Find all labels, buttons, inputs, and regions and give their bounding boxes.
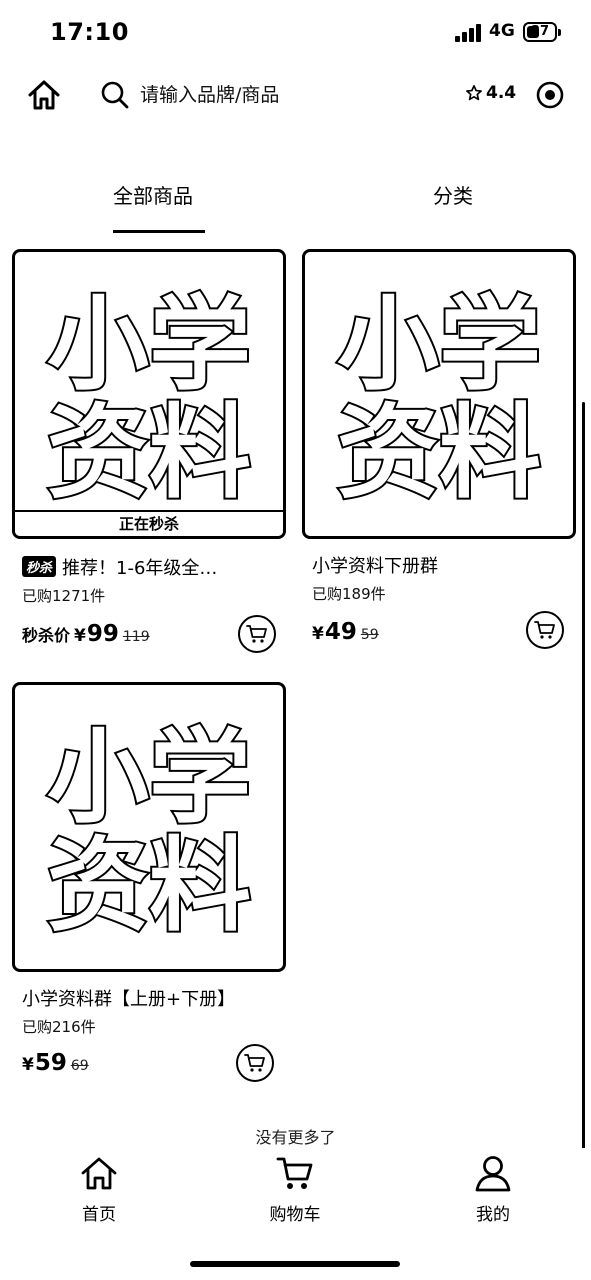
category-tabs: 全部商品 分类 xyxy=(0,170,591,240)
cart-icon xyxy=(246,625,267,643)
target-icon xyxy=(536,81,564,109)
scrollbar[interactable] xyxy=(582,402,585,1188)
price-label: 秒杀价 xyxy=(22,626,71,645)
cart-icon xyxy=(244,1054,265,1072)
product-title[interactable]: 秒杀 推荐！1-6年级全… xyxy=(22,554,282,580)
home-icon xyxy=(81,1157,117,1190)
bottom-tab-bar: 首页 购物车 我的 xyxy=(0,1148,591,1238)
tab-all-products[interactable]: 全部商品 xyxy=(113,180,193,209)
tabbar-label: 我的 xyxy=(476,1205,510,1225)
current-price: 99 xyxy=(86,621,119,647)
product-title[interactable]: 小学资料群【上册+下册】 xyxy=(22,985,282,1011)
flash-sale-tag: 秒杀 xyxy=(22,556,57,577)
home-nav-button[interactable] xyxy=(26,78,62,112)
tabbar-label: 购物车 xyxy=(269,1205,321,1225)
product-image-art: 小学 资料 xyxy=(45,717,253,948)
currency-symbol: ¥ xyxy=(74,626,86,646)
top-nav: 4.4 xyxy=(0,64,591,126)
product-title-text: 推荐！1-6年级全… xyxy=(62,558,218,579)
add-to-cart-button[interactable] xyxy=(526,611,564,649)
cart-icon xyxy=(276,1157,313,1189)
shop-page: 17:10 4G 37 请输入品牌/商品 4.4 全部商品 分类 小学 资料 正… xyxy=(0,0,591,1280)
current-price: 49 xyxy=(324,619,357,645)
tabbar-item-cart[interactable]: 购物车 xyxy=(245,1154,345,1225)
cart-icon xyxy=(534,621,555,639)
product-image[interactable]: 小学 资料 xyxy=(302,249,576,539)
product-image-text-line2: 资料 xyxy=(47,827,251,946)
tab-categories[interactable]: 分类 xyxy=(433,180,473,209)
network-type: 4G xyxy=(489,21,515,41)
add-to-cart-button[interactable] xyxy=(238,615,276,653)
user-icon xyxy=(475,1156,511,1192)
search-box[interactable] xyxy=(100,74,440,116)
rating-value: 4.4 xyxy=(486,83,517,103)
product-image-text-line2: 资料 xyxy=(337,394,541,513)
product-title[interactable]: 小学资料下册群 xyxy=(312,552,572,578)
star-icon xyxy=(466,85,482,101)
home-icon xyxy=(28,80,60,110)
product-sold-count: 已购189件 xyxy=(312,585,386,603)
battery-level: 37 xyxy=(530,24,550,39)
tabbar-item-profile[interactable]: 我的 xyxy=(443,1154,543,1225)
product-image[interactable]: 小学 资料 正在秒杀 xyxy=(12,249,286,539)
product-sold-count: 已购216件 xyxy=(22,1018,96,1036)
status-bar: 17:10 4G 37 xyxy=(0,0,591,64)
tabbar-item-home[interactable]: 首页 xyxy=(49,1154,149,1225)
product-card[interactable]: 小学 资料 正在秒杀 秒杀 推荐！1-6年级全… 已购1271件 秒杀价 ¥ 99… xyxy=(12,249,288,669)
search-input[interactable] xyxy=(140,84,430,106)
current-price: 59 xyxy=(34,1050,67,1076)
product-price: 秒杀价 ¥ 99 119 xyxy=(22,621,150,647)
product-image-art: 小学 资料 xyxy=(45,284,253,515)
product-sold-count: 已购1271件 xyxy=(22,587,106,605)
currency-symbol: ¥ xyxy=(22,1055,34,1075)
flash-sale-banner: 正在秒杀 xyxy=(15,510,283,536)
product-image-text-line2: 资料 xyxy=(47,394,251,513)
tabbar-label: 首页 xyxy=(82,1205,116,1225)
product-image-art: 小学 资料 xyxy=(335,284,543,515)
original-price: 119 xyxy=(122,629,150,645)
product-price: ¥ 59 69 xyxy=(22,1050,89,1076)
end-of-list-note: 没有更多了 xyxy=(255,1128,336,1147)
battery-icon: 37 xyxy=(523,22,561,42)
signal-icon xyxy=(455,24,485,42)
search-icon xyxy=(101,81,129,109)
store-rating[interactable]: 4.4 xyxy=(465,83,516,103)
product-image[interactable]: 小学 资料 xyxy=(12,682,286,972)
original-price: 59 xyxy=(360,627,379,643)
home-indicator xyxy=(190,1261,400,1267)
product-image-text-line1: 小学 xyxy=(337,286,541,405)
active-tab-indicator xyxy=(113,230,205,233)
target-button[interactable] xyxy=(535,80,565,110)
product-image-text-line1: 小学 xyxy=(47,286,251,405)
product-card[interactable]: 小学 资料 小学资料下册群 已购189件 ¥ 49 59 xyxy=(302,249,578,669)
currency-symbol: ¥ xyxy=(312,624,324,644)
status-time: 17:10 xyxy=(50,18,129,46)
product-card[interactable]: 小学 资料 小学资料群【上册+下册】 已购216件 ¥ 59 69 xyxy=(12,682,288,1102)
product-image-text-line1: 小学 xyxy=(47,719,251,838)
product-price: ¥ 49 59 xyxy=(312,619,379,645)
add-to-cart-button[interactable] xyxy=(236,1044,274,1082)
original-price: 69 xyxy=(70,1058,89,1074)
